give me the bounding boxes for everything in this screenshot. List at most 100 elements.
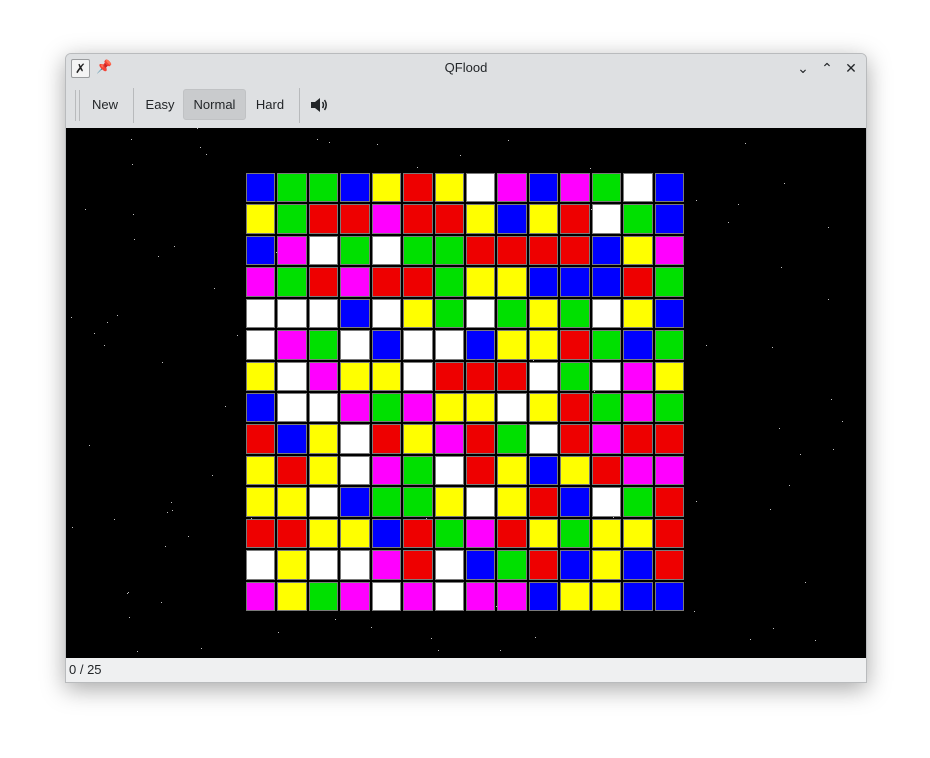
board-cell[interactable] [497, 487, 527, 517]
board-cell[interactable] [623, 298, 653, 329]
board-cell[interactable] [623, 235, 653, 266]
normal-button[interactable]: Normal [183, 89, 246, 120]
board-cell[interactable] [654, 392, 684, 423]
board-cell[interactable] [277, 361, 307, 391]
board-cell[interactable] [340, 235, 370, 266]
board-cell[interactable] [371, 424, 402, 454]
board-cell[interactable] [528, 424, 559, 454]
board-cell[interactable] [246, 581, 276, 611]
board-cell[interactable] [591, 550, 622, 580]
board-cell[interactable] [591, 204, 622, 234]
board-cell[interactable] [623, 392, 653, 423]
board-cell[interactable] [528, 267, 559, 297]
board-cell[interactable] [371, 455, 402, 486]
board-cell[interactable] [560, 550, 590, 580]
board-cell[interactable] [560, 581, 590, 611]
board-cell[interactable] [371, 173, 402, 203]
board-cell[interactable] [403, 392, 433, 423]
board-cell[interactable] [340, 550, 370, 580]
board-cell[interactable] [308, 518, 339, 549]
board-cell[interactable] [308, 424, 339, 454]
board-cell[interactable] [528, 550, 559, 580]
board-cell[interactable] [308, 298, 339, 329]
board-cell[interactable] [434, 550, 464, 580]
board-cell[interactable] [371, 487, 402, 517]
board-cell[interactable] [434, 518, 464, 549]
board-cell[interactable] [560, 361, 590, 391]
board-cell[interactable] [403, 550, 433, 580]
board-cell[interactable] [246, 235, 276, 266]
board-cell[interactable] [434, 487, 464, 517]
board-cell[interactable] [403, 204, 433, 234]
board-cell[interactable] [528, 330, 559, 360]
board-cell[interactable] [403, 361, 433, 391]
board-cell[interactable] [371, 518, 402, 549]
board-cell[interactable] [591, 330, 622, 360]
board-cell[interactable] [466, 235, 496, 266]
board-cell[interactable] [591, 455, 622, 486]
board-cell[interactable] [497, 235, 527, 266]
board-cell[interactable] [277, 518, 307, 549]
board-cell[interactable] [434, 392, 464, 423]
board-cell[interactable] [528, 298, 559, 329]
board-cell[interactable] [560, 518, 590, 549]
title-bar[interactable]: ✗ 📌 QFlood ⌄ ⌃ ✕ [66, 54, 866, 82]
board-cell[interactable] [246, 173, 276, 203]
board-cell[interactable] [308, 455, 339, 486]
board-cell[interactable] [246, 361, 276, 391]
toolbar-handle[interactable] [75, 90, 80, 121]
board-cell[interactable] [623, 518, 653, 549]
board-cell[interactable] [623, 455, 653, 486]
board-cell[interactable] [654, 267, 684, 297]
hard-button[interactable]: Hard [249, 89, 291, 120]
board-cell[interactable] [591, 392, 622, 423]
board-cell[interactable] [246, 330, 276, 360]
board-cell[interactable] [434, 267, 464, 297]
board-cell[interactable] [277, 581, 307, 611]
board-cell[interactable] [528, 361, 559, 391]
board-cell[interactable] [560, 424, 590, 454]
board-cell[interactable] [528, 518, 559, 549]
board-cell[interactable] [403, 235, 433, 266]
board-cell[interactable] [277, 550, 307, 580]
board-cell[interactable] [277, 455, 307, 486]
board-cell[interactable] [340, 330, 370, 360]
board-cell[interactable] [277, 173, 307, 203]
board-cell[interactable] [497, 204, 527, 234]
board-cell[interactable] [371, 550, 402, 580]
board-cell[interactable] [434, 204, 464, 234]
board-cell[interactable] [528, 173, 559, 203]
board-cell[interactable] [246, 550, 276, 580]
board-cell[interactable] [654, 235, 684, 266]
board-cell[interactable] [623, 487, 653, 517]
board-cell[interactable] [560, 298, 590, 329]
board-cell[interactable] [371, 235, 402, 266]
board-cell[interactable] [277, 204, 307, 234]
close-icon[interactable]: ✕ [842, 59, 860, 77]
easy-button[interactable]: Easy [140, 89, 180, 120]
board-cell[interactable] [466, 204, 496, 234]
board-cell[interactable] [308, 330, 339, 360]
board-cell[interactable] [654, 550, 684, 580]
board-cell[interactable] [591, 298, 622, 329]
board-cell[interactable] [654, 518, 684, 549]
board-cell[interactable] [560, 173, 590, 203]
board-cell[interactable] [591, 581, 622, 611]
board-cell[interactable] [434, 235, 464, 266]
board-cell[interactable] [654, 204, 684, 234]
speaker-icon[interactable] [309, 97, 329, 113]
board-cell[interactable] [654, 455, 684, 486]
board-cell[interactable] [277, 330, 307, 360]
board-cell[interactable] [340, 392, 370, 423]
board-cell[interactable] [246, 424, 276, 454]
board-cell[interactable] [403, 581, 433, 611]
board-cell[interactable] [466, 550, 496, 580]
board-cell[interactable] [371, 330, 402, 360]
board-cell[interactable] [591, 235, 622, 266]
board-cell[interactable] [591, 361, 622, 391]
board-cell[interactable] [623, 330, 653, 360]
board-cell[interactable] [340, 455, 370, 486]
new-game-button[interactable]: New [84, 89, 126, 120]
board-cell[interactable] [246, 455, 276, 486]
board-cell[interactable] [528, 235, 559, 266]
